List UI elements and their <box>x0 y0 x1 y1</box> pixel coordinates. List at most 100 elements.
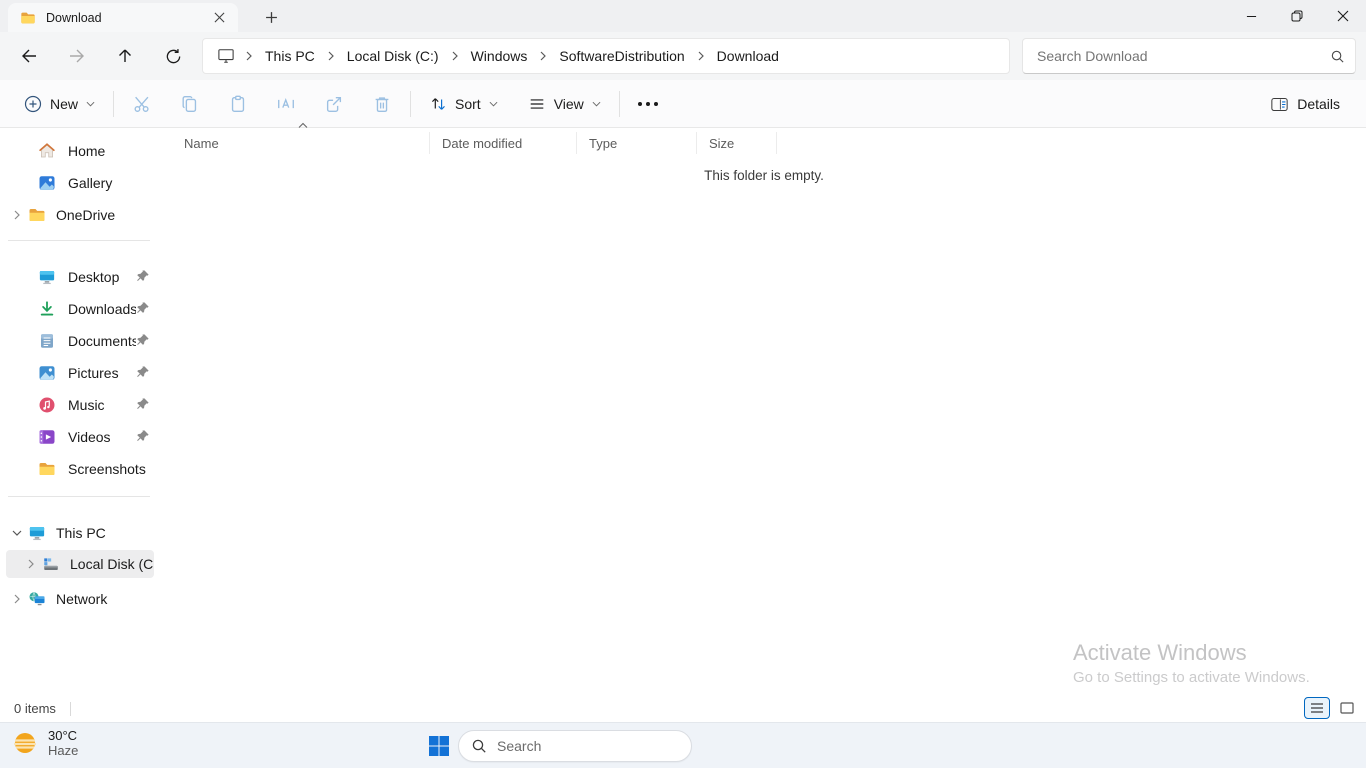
breadcrumb-softwaredistribution[interactable]: SoftwareDistribution <box>551 44 692 68</box>
sidebar-item-pictures[interactable]: Pictures <box>6 360 154 386</box>
music-icon <box>38 396 56 414</box>
view-button-label: View <box>554 96 584 112</box>
sidebar-item-network[interactable]: Network <box>6 586 154 612</box>
taskbar-search-box[interactable] <box>458 730 692 762</box>
pin-icon <box>136 301 152 317</box>
column-header-size[interactable]: Size <box>697 132 777 154</box>
forward-button[interactable] <box>60 39 94 73</box>
new-tab-button[interactable] <box>258 5 284 29</box>
sidebar-item-onedrive[interactable]: OneDrive <box>6 202 154 228</box>
share-button[interactable] <box>314 86 354 122</box>
chevron-right-icon[interactable] <box>20 559 42 569</box>
navigation-bar: This PC Local Disk (C:) Windows Software… <box>0 32 1366 80</box>
breadcrumb-local-disk[interactable]: Local Disk (C:) <box>339 44 447 68</box>
taskbar-search-input[interactable] <box>497 738 657 754</box>
copy-button[interactable] <box>170 86 210 122</box>
sidebar-item-local-disk-c[interactable]: Local Disk (C:) <box>6 550 154 578</box>
explorer-search-input[interactable] <box>1037 48 1330 64</box>
breadcrumb-this-pc[interactable]: This PC <box>257 44 323 68</box>
sort-button[interactable]: Sort <box>419 89 508 119</box>
watermark-subtitle: Go to Settings to activate Windows. <box>1073 669 1310 686</box>
address-bar[interactable]: This PC Local Disk (C:) Windows Software… <box>202 38 1010 74</box>
sidebar-item-this-pc[interactable]: This PC <box>6 520 154 546</box>
desktop-icon <box>38 268 56 286</box>
empty-folder-message: This folder is empty. <box>162 168 1366 183</box>
more-options-button[interactable] <box>628 86 668 122</box>
item-count: 0 items <box>0 701 56 716</box>
sidebar-item-desktop[interactable]: Desktop <box>6 264 154 290</box>
sidebar-item-label: Gallery <box>68 175 154 191</box>
sidebar-item-gallery[interactable]: Gallery <box>6 170 154 196</box>
minimize-button[interactable] <box>1228 0 1274 32</box>
explorer-tab[interactable]: Download <box>8 3 238 32</box>
weather-widget[interactable]: 30°C Haze <box>10 728 78 758</box>
breadcrumb-download[interactable]: Download <box>709 44 787 68</box>
window-controls <box>1228 0 1366 32</box>
toolbar-divider <box>410 91 411 117</box>
sidebar-item-documents[interactable]: Documents <box>6 328 154 354</box>
sidebar-item-label: Downloads <box>68 301 136 317</box>
toolbar-divider <box>619 91 620 117</box>
sidebar-item-downloads[interactable]: Downloads <box>6 296 154 322</box>
tab-close-button[interactable] <box>208 7 230 29</box>
sidebar-item-screenshots[interactable]: Screenshots <box>6 456 154 482</box>
restore-button[interactable] <box>1274 0 1320 32</box>
sidebar-item-videos[interactable]: Videos <box>6 424 154 450</box>
desktop-screen: Download <box>0 0 1366 768</box>
pin-icon <box>136 269 152 285</box>
toolbar-divider <box>113 91 114 117</box>
sidebar-item-label: Local Disk (C:) <box>70 556 154 572</box>
column-header-type[interactable]: Type <box>577 132 697 154</box>
up-button[interactable] <box>108 39 142 73</box>
sort-icon <box>429 95 447 113</box>
paste-button[interactable] <box>218 86 258 122</box>
chevron-down-icon[interactable] <box>6 529 28 537</box>
refresh-button[interactable] <box>156 39 190 73</box>
sidebar-item-music[interactable]: Music <box>6 392 154 418</box>
folder-icon <box>38 460 56 478</box>
file-list-area: Name Date modified Type Size This folder… <box>162 128 1366 695</box>
command-toolbar: New Sort <box>0 80 1366 128</box>
details-pane-label: Details <box>1297 96 1340 112</box>
close-button[interactable] <box>1320 0 1366 32</box>
haze-weather-icon <box>10 728 40 758</box>
pin-icon <box>136 397 152 413</box>
back-button[interactable] <box>12 39 46 73</box>
chevron-right-icon[interactable] <box>6 594 28 604</box>
explorer-search-box[interactable] <box>1022 38 1356 74</box>
gallery-icon <box>38 174 56 192</box>
sidebar-item-label: Videos <box>68 429 136 445</box>
breadcrumb-chevron-icon <box>535 51 551 61</box>
column-header-date-modified[interactable]: Date modified <box>430 132 577 154</box>
cut-button[interactable] <box>122 86 162 122</box>
sort-button-label: Sort <box>455 96 481 112</box>
this-pc-monitor-icon <box>28 524 46 542</box>
more-options-icon <box>638 102 642 106</box>
view-button[interactable]: View <box>518 89 611 119</box>
large-icons-view-toggle[interactable] <box>1334 697 1360 719</box>
sidebar-item-label: Music <box>68 397 136 413</box>
sidebar-item-label: Home <box>68 143 154 159</box>
folder-icon <box>20 10 36 26</box>
statusbar-divider <box>70 702 71 716</box>
column-header-name[interactable]: Name <box>172 132 430 154</box>
breadcrumb-chevron-icon <box>241 51 257 61</box>
new-button[interactable]: New <box>14 89 105 119</box>
chevron-down-icon <box>592 101 601 107</box>
local-disk-icon <box>42 555 60 573</box>
watermark-title: Activate Windows <box>1073 640 1310 666</box>
windows-logo-icon <box>427 734 451 758</box>
search-icon[interactable] <box>1330 49 1345 64</box>
delete-button[interactable] <box>362 86 402 122</box>
breadcrumb-windows[interactable]: Windows <box>463 44 536 68</box>
sidebar-divider <box>8 496 150 497</box>
sidebar-item-home[interactable]: Home <box>6 138 154 164</box>
chevron-right-icon[interactable] <box>6 210 28 220</box>
activate-windows-watermark: Activate Windows Go to Settings to activ… <box>1073 640 1310 686</box>
navigation-pane: Home Gallery OneDrive Desktop <box>0 128 162 695</box>
rename-button[interactable] <box>266 86 306 122</box>
details-pane-button[interactable]: Details <box>1260 90 1350 119</box>
sidebar-item-label: OneDrive <box>56 207 154 223</box>
start-button[interactable] <box>425 733 453 759</box>
details-view-toggle[interactable] <box>1304 697 1330 719</box>
